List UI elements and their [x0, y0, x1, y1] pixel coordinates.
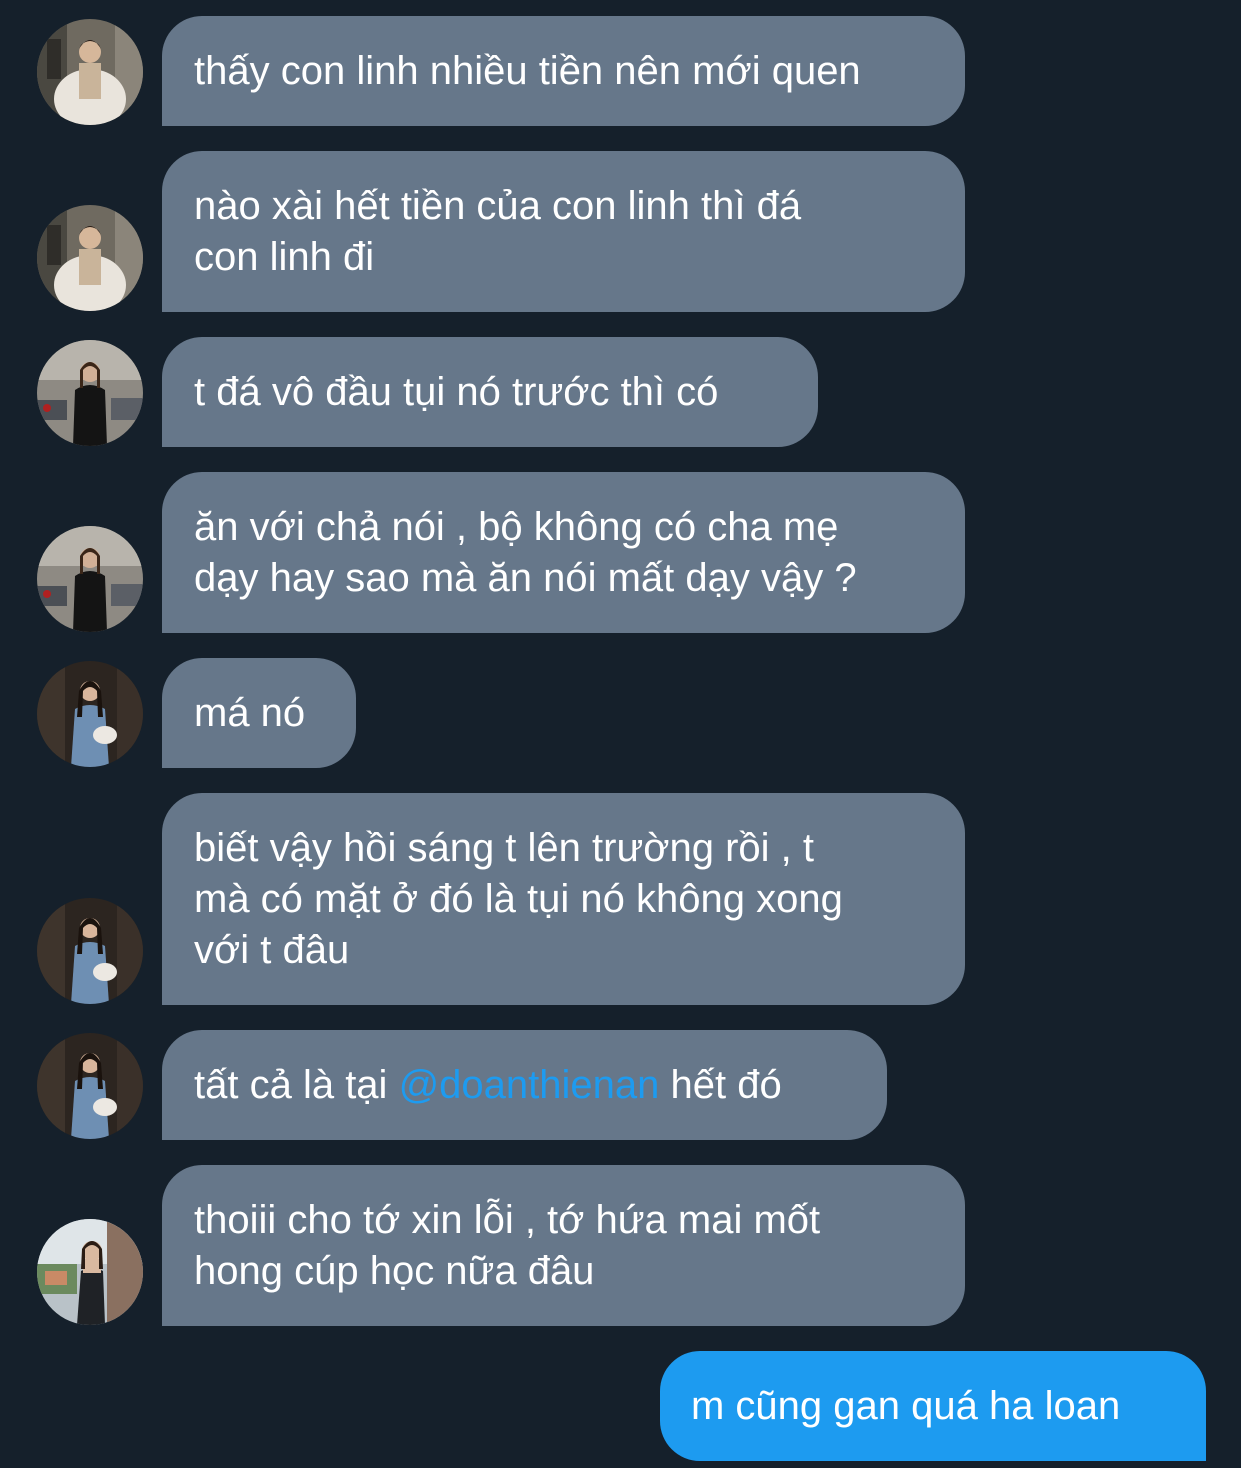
message-text-line: thoiii cho tớ xin lỗi , tớ hứa mai mốt [194, 1197, 821, 1242]
message-text-line: má nó [194, 690, 306, 735]
message-bubble[interactable]: thấy con linh nhiều tiền nên mới quen [162, 16, 965, 126]
message-text-line: con linh đi [194, 234, 375, 279]
message-text-line: t đá vô đầu tụi nó trước thì có [194, 369, 719, 414]
avatar-black-outfit[interactable] [37, 340, 143, 446]
avatar-fur-coat[interactable] [37, 205, 143, 311]
message-text-line: tất cả là tại @doanthienan hết đó [194, 1060, 855, 1111]
outgoing-message-text: m cũng gan quá ha loan [691, 1383, 1121, 1428]
message-bubble[interactable]: biết vậy hồi sáng t lên trường rồi , t m… [162, 793, 965, 1005]
avatar-outdoor-photo[interactable] [37, 1219, 143, 1325]
outgoing-message-bubble[interactable]: m cũng gan quá ha loan [660, 1351, 1206, 1461]
message-text: hết đó [659, 1062, 782, 1107]
message-text-line: thấy con linh nhiều tiền nên mới quen [194, 48, 861, 93]
message-text-line: với t đâu [194, 927, 350, 972]
message-text-line: ăn với chả nói , bộ không có cha mẹ [194, 504, 839, 549]
message-text-line: mà có mặt ở đó là tụi nó không xong [194, 876, 843, 921]
message-bubble[interactable]: má nó [162, 658, 356, 768]
message-bubble[interactable]: ăn với chả nói , bộ không có cha mẹ dạy … [162, 472, 965, 633]
message-text-line: hong cúp học nữa đâu [194, 1248, 595, 1293]
mention-link[interactable]: @doanthienan [399, 1063, 660, 1107]
avatar-denim-outfit[interactable] [37, 661, 143, 767]
avatar-denim-outfit[interactable] [37, 898, 143, 1004]
avatar-denim-outfit[interactable] [37, 1033, 143, 1139]
message-bubble[interactable]: nào xài hết tiền của con linh thì đá con… [162, 151, 965, 312]
avatar-black-outfit[interactable] [37, 526, 143, 632]
avatar-fur-coat[interactable] [37, 19, 143, 125]
message-text-line: dạy hay sao mà ăn nói mất dạy vậy ? [194, 555, 857, 600]
message-bubble[interactable]: tất cả là tại @doanthienan hết đó [162, 1030, 887, 1140]
message-text-line: nào xài hết tiền của con linh thì đá [194, 183, 802, 228]
message-text: tất cả là tại [194, 1062, 399, 1107]
message-bubble[interactable]: t đá vô đầu tụi nó trước thì có [162, 337, 818, 447]
message-text-line: biết vậy hồi sáng t lên trường rồi , t [194, 825, 814, 870]
message-bubble[interactable]: thoiii cho tớ xin lỗi , tớ hứa mai mốt h… [162, 1165, 965, 1326]
